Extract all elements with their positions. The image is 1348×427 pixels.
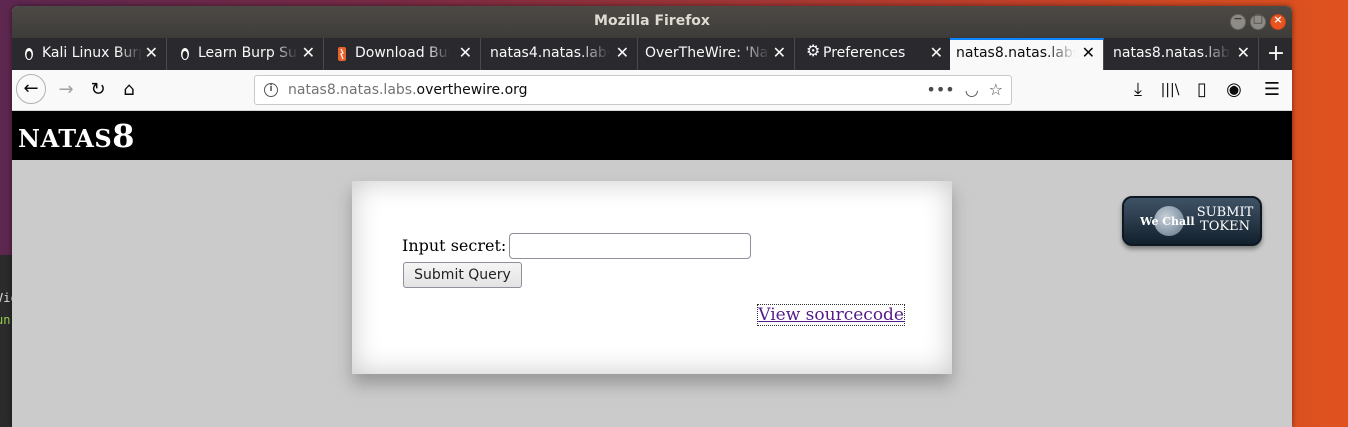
page-content: NATAS8 Input secret: Submit Query View s… [12, 111, 1292, 427]
tab-label: Kali Linux Burp [42, 45, 142, 61]
input-secret-label: Input secret: [402, 236, 507, 255]
url-domain: overthewire.org [416, 82, 528, 98]
minimize-icon: − [1233, 12, 1243, 25]
forward-button[interactable]: → [52, 76, 80, 104]
page-actions-icon[interactable]: ••• [926, 80, 954, 99]
title-bar: Mozilla Firefox − □ × [12, 6, 1292, 38]
tab-close-icon[interactable]: ✕ [459, 43, 472, 62]
library-icon[interactable]: |||\ [1156, 76, 1184, 104]
firefox-window: Mozilla Firefox − □ × Kali Linux Burp ✕ … [12, 6, 1292, 427]
tab-learn-burp[interactable]: Learn Burp Suite ✕ [168, 38, 324, 70]
tab-download-burp[interactable]: Download Burp ✕ [325, 38, 481, 70]
tab-kali-burp[interactable]: Kali Linux Burp ✕ [12, 38, 167, 70]
tux-icon [181, 48, 189, 60]
submit-query-button[interactable]: Submit Query [403, 262, 522, 288]
tab-natas8-active[interactable]: natas8.natas.labs ✕ [950, 38, 1104, 70]
tab-label: natas4.natas.labs [490, 45, 610, 61]
tux-icon [25, 48, 33, 60]
tab-label: Download Burp [355, 45, 450, 61]
tab-overthewire[interactable]: OverTheWire: 'Na ✕ [639, 38, 795, 70]
tab-close-icon[interactable]: ✕ [302, 43, 315, 62]
window-title: Mozilla Firefox [594, 13, 710, 29]
minimize-button[interactable]: − [1230, 12, 1246, 30]
view-sourcecode-link[interactable]: View sourcecode [757, 304, 905, 326]
wechall-logo-text: We Chall [1140, 215, 1195, 228]
terminal-text-1: Vie [0, 291, 12, 305]
tab-close-icon[interactable]: ✕ [1082, 43, 1095, 62]
tab-close-icon[interactable]: ✕ [145, 43, 158, 62]
secret-input[interactable] [509, 233, 751, 259]
burp-icon [338, 47, 346, 61]
tab-label: Preferences [823, 45, 906, 61]
info-icon[interactable]: i [264, 83, 278, 97]
maximize-button[interactable]: □ [1250, 12, 1266, 30]
reload-button[interactable]: ↻ [84, 76, 112, 104]
account-icon[interactable]: ◉ [1220, 76, 1248, 104]
desktop-terminal-fragment: Vie un [0, 255, 12, 427]
terminal-text-2: un [0, 313, 11, 327]
menu-icon[interactable]: ☰ [1258, 76, 1286, 104]
download-icon[interactable]: ⤓ [1124, 76, 1152, 104]
close-icon: × [1273, 13, 1283, 26]
tab-preferences[interactable]: ⚙ Preferences ✕ [796, 38, 952, 70]
page-title: NATAS8 [18, 117, 135, 155]
close-button[interactable]: × [1270, 13, 1286, 30]
page-title-text: NATAS [18, 124, 113, 153]
tab-label: natas8.natas.labs [956, 45, 1076, 61]
tab-bar: Kali Linux Burp ✕ Learn Burp Suite ✕ Dow… [12, 38, 1292, 70]
pocket-icon[interactable]: ◡ [965, 80, 979, 99]
page-title-number: 8 [112, 117, 136, 155]
submit-token-label: SUBMIT TOKEN [1194, 206, 1256, 234]
tab-label: natas8.natas.labs [1113, 45, 1231, 61]
wechall-submit-token-button[interactable]: We Chall SUBMIT TOKEN [1122, 196, 1262, 246]
sidebar-icon[interactable]: ▯ [1188, 76, 1216, 104]
url-bar[interactable]: i natas8.natas.labs.overthewire.org ••• ◡… [254, 75, 1012, 105]
home-button[interactable]: ⌂ [115, 76, 143, 104]
tab-close-icon[interactable]: ✕ [773, 43, 786, 62]
tab-close-icon[interactable]: ✕ [1237, 43, 1250, 62]
page-header: NATAS8 [12, 111, 1292, 160]
tab-label: Learn Burp Suite [198, 45, 298, 61]
gear-icon: ⚙ [806, 41, 821, 60]
tab-close-icon[interactable]: ✕ [616, 43, 629, 62]
bookmark-star-icon[interactable]: ☆ [989, 80, 1003, 99]
submit-token-line1: SUBMIT [1196, 205, 1254, 220]
content-panel: Input secret: Submit Query View sourceco… [352, 181, 952, 374]
tab-natas4[interactable]: natas4.natas.labs ✕ [482, 38, 638, 70]
back-button[interactable]: ← [16, 74, 46, 104]
tab-label: OverTheWire: 'Na [645, 45, 769, 61]
url-actions: ••• ◡ ☆ [916, 80, 1003, 99]
submit-token-line2: TOKEN [1200, 219, 1250, 234]
url-host: natas8.natas.labs. [288, 82, 417, 98]
navigation-toolbar: ← → ↻ ⌂ i natas8.natas.labs.overthewire.… [12, 70, 1292, 111]
url-text[interactable]: natas8.natas.labs.overthewire.org [288, 82, 528, 98]
tab-natas8[interactable]: natas8.natas.labs ✕ [1105, 38, 1259, 70]
new-tab-button[interactable]: + [1262, 40, 1290, 68]
maximize-icon: □ [1252, 12, 1264, 25]
tab-close-icon[interactable]: ✕ [930, 43, 943, 62]
